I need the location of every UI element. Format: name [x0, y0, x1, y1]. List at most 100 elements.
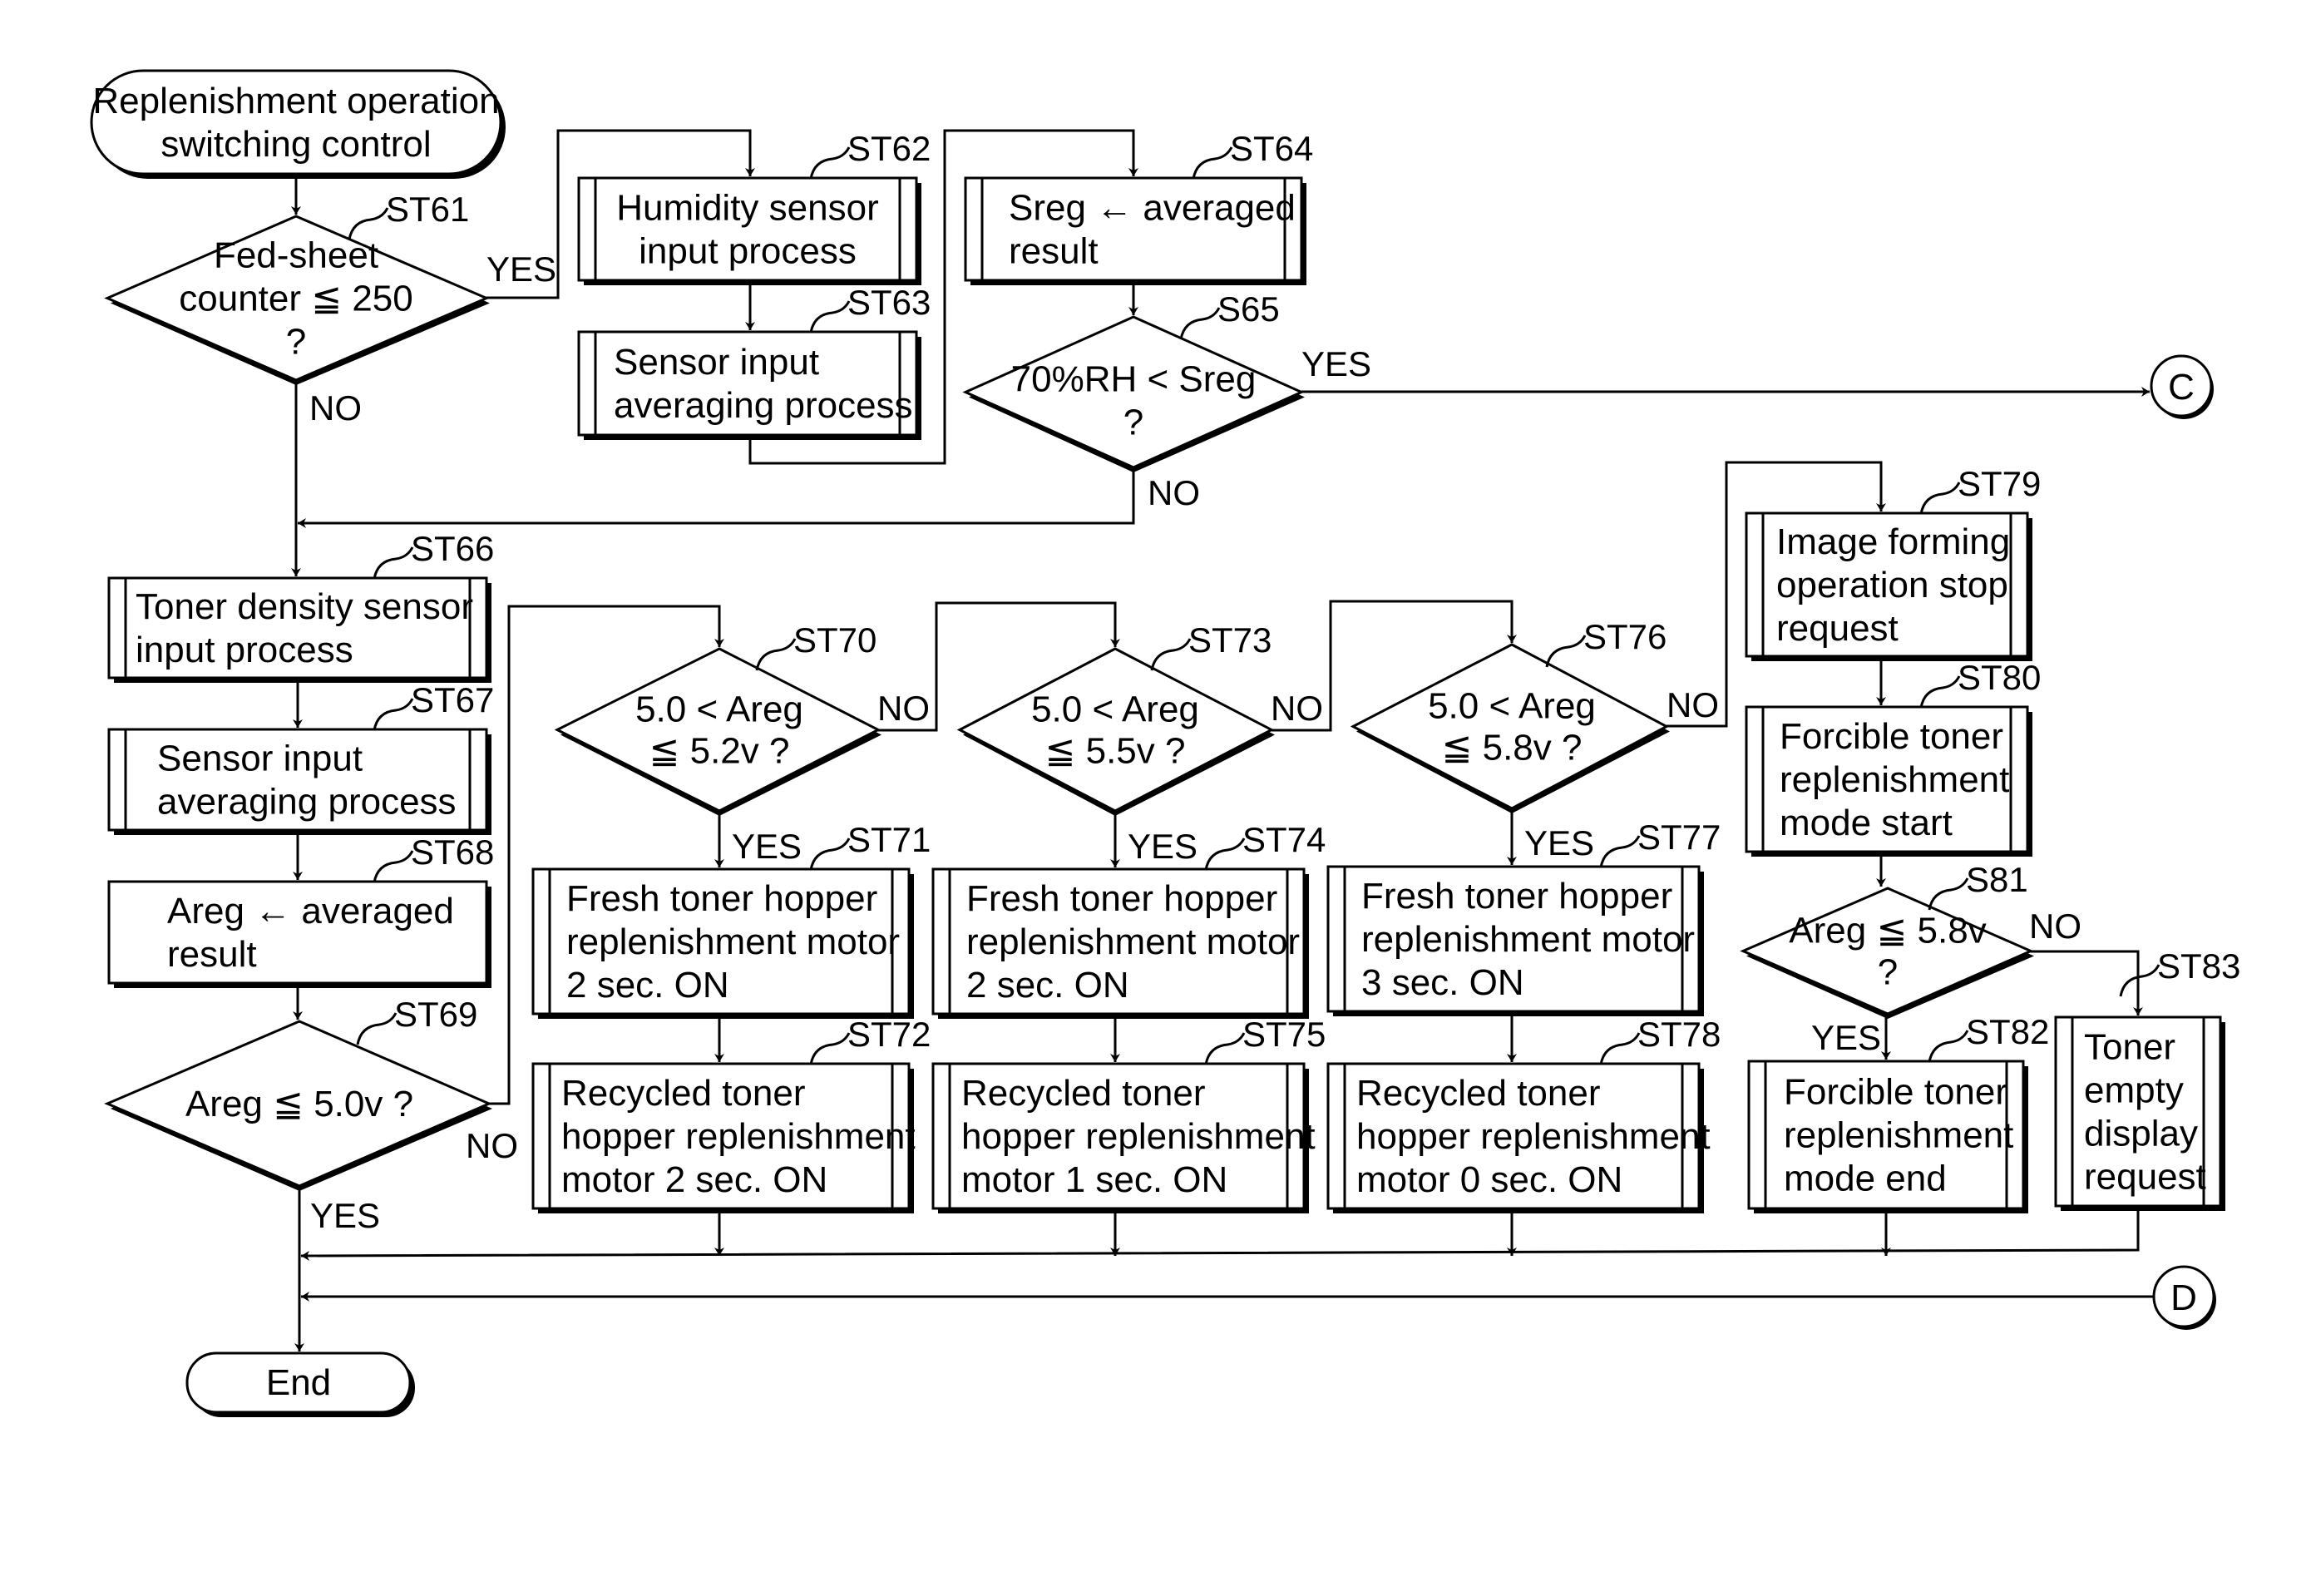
process-text-st78-line: hopper replenishment — [1356, 1116, 1711, 1157]
leader-line — [1928, 1030, 1969, 1063]
process-text-st72-line: Recycled toner — [561, 1073, 805, 1114]
step-label-st63: ST63 — [847, 283, 931, 322]
st69-no-label: NO — [466, 1126, 518, 1165]
step-label-st83: ST83 — [2157, 946, 2240, 986]
step-label-st78: ST78 — [1637, 1015, 1721, 1054]
connector-d-label: D — [2170, 1277, 2197, 1318]
process-text-st63-line: averaging process — [614, 385, 913, 426]
flow-s81-no-to-st83 — [2031, 950, 2143, 1015]
process-text-st68-line: Areg ← averaged — [167, 891, 454, 931]
process-text-st83-line: empty — [2084, 1070, 2184, 1111]
process-text-st82-line: Forcible toner — [1784, 1072, 2007, 1113]
decision-text-s81-line: Areg ≦ 5.8v — [1789, 911, 1986, 951]
process-text-st72-line: hopper replenishment — [561, 1116, 916, 1157]
process-text-st67-line: averaging process — [157, 782, 457, 823]
leader-line — [2119, 964, 2160, 997]
leader-line — [809, 146, 851, 180]
flow-s65-no-merge — [298, 467, 1135, 528]
process-text-st83-line: Toner — [2084, 1027, 2175, 1068]
process-text-st75-line: hopper replenishment — [961, 1116, 1316, 1157]
decision-text-st61-line: ? — [286, 322, 306, 363]
decision-text-st70-line: 5.0 < Areg — [635, 689, 803, 730]
step-label-s65: S65 — [1217, 289, 1280, 329]
process-text-st74-line: Fresh toner hopper — [966, 878, 1277, 919]
process-text-st66-line: input process — [136, 630, 353, 670]
decision-text-st70-line: ≦ 5.2v ? — [649, 731, 790, 772]
process-text-st71-line: 2 sec. ON — [566, 965, 729, 1006]
leader-line — [373, 546, 414, 580]
process-text-st80-line: mode start — [1780, 803, 1953, 843]
leader-line — [1204, 838, 1246, 871]
leader-line — [809, 300, 851, 334]
process-text-st80-line: replenishment — [1780, 759, 2009, 800]
step-label-st66: ST66 — [411, 529, 494, 568]
decision-text-s65-line: 70%RH < Sreg — [1011, 359, 1257, 400]
st65-yes-label: YES — [1301, 344, 1371, 383]
step-label-st64: ST64 — [1230, 129, 1313, 168]
st76-yes-label: YES — [1524, 823, 1594, 862]
leader-line — [373, 698, 414, 731]
connector-c-label: C — [2168, 367, 2195, 408]
step-label-st62: ST62 — [847, 129, 931, 168]
leader-line — [1599, 1032, 1641, 1065]
process-text-st62-line: Humidity sensor — [616, 188, 878, 229]
step-label-st73: ST73 — [1188, 620, 1272, 660]
st65-no-label: NO — [1148, 473, 1200, 512]
leader-line — [1599, 835, 1641, 868]
step-label-st82: ST82 — [1966, 1012, 2049, 1051]
step-label-st76: ST76 — [1583, 617, 1667, 656]
leader-line — [755, 638, 797, 671]
leader-line — [1204, 1032, 1246, 1065]
st81-no-label: NO — [2029, 907, 2081, 946]
process-text-st79-line: operation stop — [1776, 565, 2008, 605]
st61-no-label: NO — [309, 388, 362, 427]
st69-yes-label: YES — [310, 1196, 380, 1235]
st76-no-label: NO — [1667, 685, 1719, 724]
step-label-st79: ST79 — [1958, 464, 2041, 503]
step-label-st69: ST69 — [394, 995, 477, 1034]
start-text-line: Replenishment operation — [92, 81, 499, 121]
st70-no-label: NO — [877, 689, 930, 728]
leader-line — [1150, 638, 1192, 671]
flowchart-canvas: Replenishment operationswitching control… — [90, 69, 2240, 1417]
decision-text-st69-line: Areg ≦ 5.0v ? — [185, 1084, 413, 1124]
decision-text-st61-line: counter ≦ 250 — [179, 279, 413, 319]
step-label-st72: ST72 — [847, 1015, 931, 1054]
process-text-st71-line: replenishment motor — [566, 922, 900, 962]
decision-text-st76-line: ≦ 5.8v ? — [1442, 728, 1583, 768]
decision-text-s65-line: ? — [1123, 403, 1143, 443]
process-text-st64-line: result — [1009, 231, 1099, 272]
process-text-st67-line: Sensor input — [157, 739, 363, 779]
st61-yes-label: YES — [486, 250, 556, 289]
step-label-st61: ST61 — [386, 190, 469, 229]
st81-yes-label: YES — [1811, 1018, 1881, 1057]
leader-line — [809, 838, 851, 871]
process-text-st64-line: Sreg ← averaged — [1009, 188, 1296, 229]
step-label-st77: ST77 — [1637, 818, 1721, 857]
process-text-st66-line: Toner density sensor — [136, 586, 473, 627]
st73-no-label: NO — [1271, 689, 1323, 728]
process-text-st83-line: display — [2084, 1114, 2198, 1154]
step-label-st67: ST67 — [411, 680, 494, 719]
process-text-st72-line: motor 2 sec. ON — [561, 1159, 827, 1200]
process-text-st74-line: 2 sec. ON — [966, 965, 1129, 1006]
step-label-st74: ST74 — [1242, 820, 1326, 859]
process-text-st75-line: motor 1 sec. ON — [961, 1159, 1227, 1200]
step-label-st71: ST71 — [847, 820, 931, 859]
process-text-st77-line: 3 sec. ON — [1361, 962, 1524, 1003]
step-label-st80: ST80 — [1958, 658, 2041, 697]
step-label-s81: S81 — [1966, 860, 2028, 899]
st70-yes-label: YES — [732, 827, 802, 866]
leader-line — [356, 1012, 398, 1045]
decision-text-st73-line: ≦ 5.5v ? — [1045, 731, 1186, 772]
process-text-st63-line: Sensor input — [614, 342, 819, 383]
process-text-st77-line: replenishment motor — [1361, 919, 1695, 960]
leader-line — [1928, 877, 1969, 911]
leader-line — [1919, 482, 1961, 515]
process-text-st68-line: result — [167, 934, 257, 975]
process-text-st75-line: Recycled toner — [961, 1073, 1205, 1114]
process-text-st82-line: replenishment — [1784, 1115, 2013, 1156]
decision-text-st61-line: Fed-sheet — [214, 235, 378, 276]
leader-line — [809, 1032, 851, 1065]
process-text-st80-line: Forcible toner — [1780, 716, 2003, 757]
